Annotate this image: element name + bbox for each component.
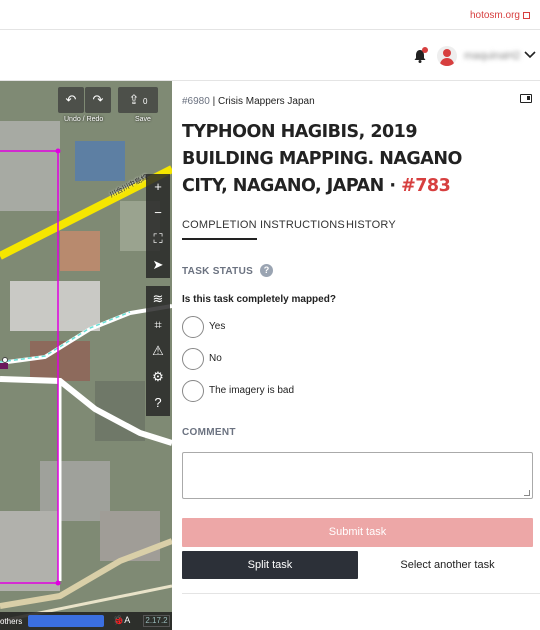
option-bad-imagery-label: The imagery is bad <box>209 385 295 396</box>
option-no-label: No <box>209 353 222 364</box>
radio-yes[interactable] <box>182 316 204 338</box>
organisation-name: Crisis Mappers Japan <box>217 96 315 107</box>
submit-task-button[interactable]: Submit task <box>182 518 533 547</box>
save-label: Save <box>135 116 151 123</box>
task-number: #783 <box>401 176 451 196</box>
chevron-down-icon[interactable] <box>524 50 536 60</box>
imagery-attribution[interactable] <box>28 615 104 627</box>
footer-others: others <box>0 617 23 626</box>
help-circle-icon[interactable]: ? <box>260 264 273 277</box>
preferences-icon[interactable]: ⚙ <box>146 364 170 390</box>
task-panel: #6980 | Crisis Mappers Japan Typhoon Hag… <box>172 81 540 630</box>
comment-textarea[interactable] <box>182 452 533 499</box>
undo-button[interactable]: ↶ <box>58 87 84 113</box>
version-badge: 2.17.2 <box>143 615 170 627</box>
task-status-label: TASK STATUS <box>182 266 254 277</box>
divider <box>182 593 540 594</box>
geolocate-button[interactable]: ➤ <box>146 252 170 278</box>
redo-button[interactable]: ↷ <box>85 87 111 113</box>
resize-grip-icon[interactable] <box>524 490 530 496</box>
map-data-icon[interactable]: ⌗ <box>146 312 170 338</box>
zoom-to-selection-button[interactable]: ⛶ <box>146 226 170 252</box>
tab-completion[interactable]: COMPLETION <box>182 219 257 240</box>
avatar[interactable] <box>437 46 457 66</box>
completion-question: Is this task completely mapped? <box>182 294 336 305</box>
map-footer: others 🐞A 2.17.2 <box>0 612 172 630</box>
undo-redo-label: Undo / Redo <box>64 116 104 123</box>
tab-bar: COMPLETION INSTRUCTIONS HISTORY <box>182 219 532 241</box>
page-title: Typhoon Hagibis, 2019 Building Mapping. … <box>182 119 482 200</box>
hotosm-link-text: hotosm.org <box>469 10 520 21</box>
radio-no[interactable] <box>182 348 204 370</box>
select-another-task-button[interactable]: Select another task <box>362 551 533 579</box>
top-strip: hotosm.org <box>0 0 540 30</box>
header: maquinaH2 <box>0 31 540 81</box>
project-line: #6980 | Crisis Mappers Japan <box>182 96 315 107</box>
bug-icon[interactable]: 🐞A <box>113 615 130 626</box>
save-count: 0 <box>143 97 148 106</box>
save-button[interactable]: ⇪ 0 <box>118 87 158 113</box>
split-task-button[interactable]: Split task <box>182 551 358 579</box>
project-id[interactable]: #6980 <box>182 96 210 107</box>
panel-controls: ≋ ⌗ ⚠ ⚙ ? <box>146 286 170 416</box>
username[interactable]: maquinaH2 <box>464 50 520 62</box>
hotosm-link[interactable]: hotosm.org <box>470 10 530 21</box>
toggle-panel-icon[interactable] <box>520 94 532 103</box>
map-editor[interactable]: 川合川中島線 ↶ ↷ Undo / Redo ⇪ 0 Save + − ⛶ ➤ … <box>0 81 172 630</box>
help-icon[interactable]: ? <box>146 390 170 416</box>
tab-instructions[interactable]: INSTRUCTIONS <box>260 219 345 240</box>
issues-icon[interactable]: ⚠ <box>146 338 170 364</box>
notification-dot <box>422 47 428 53</box>
zoom-controls: + − ⛶ ➤ <box>146 174 170 278</box>
zoom-in-button[interactable]: + <box>146 174 170 200</box>
layers-icon[interactable]: ≋ <box>146 286 170 312</box>
radio-bad-imagery[interactable] <box>182 380 204 402</box>
option-yes-label: Yes <box>209 321 226 332</box>
tab-history[interactable]: HISTORY <box>346 219 396 240</box>
comment-label: COMMENT <box>182 427 236 438</box>
zoom-out-button[interactable]: − <box>146 200 170 226</box>
external-link-icon <box>523 12 530 19</box>
title-separator: · <box>383 176 402 196</box>
project-separator: | <box>209 96 218 107</box>
